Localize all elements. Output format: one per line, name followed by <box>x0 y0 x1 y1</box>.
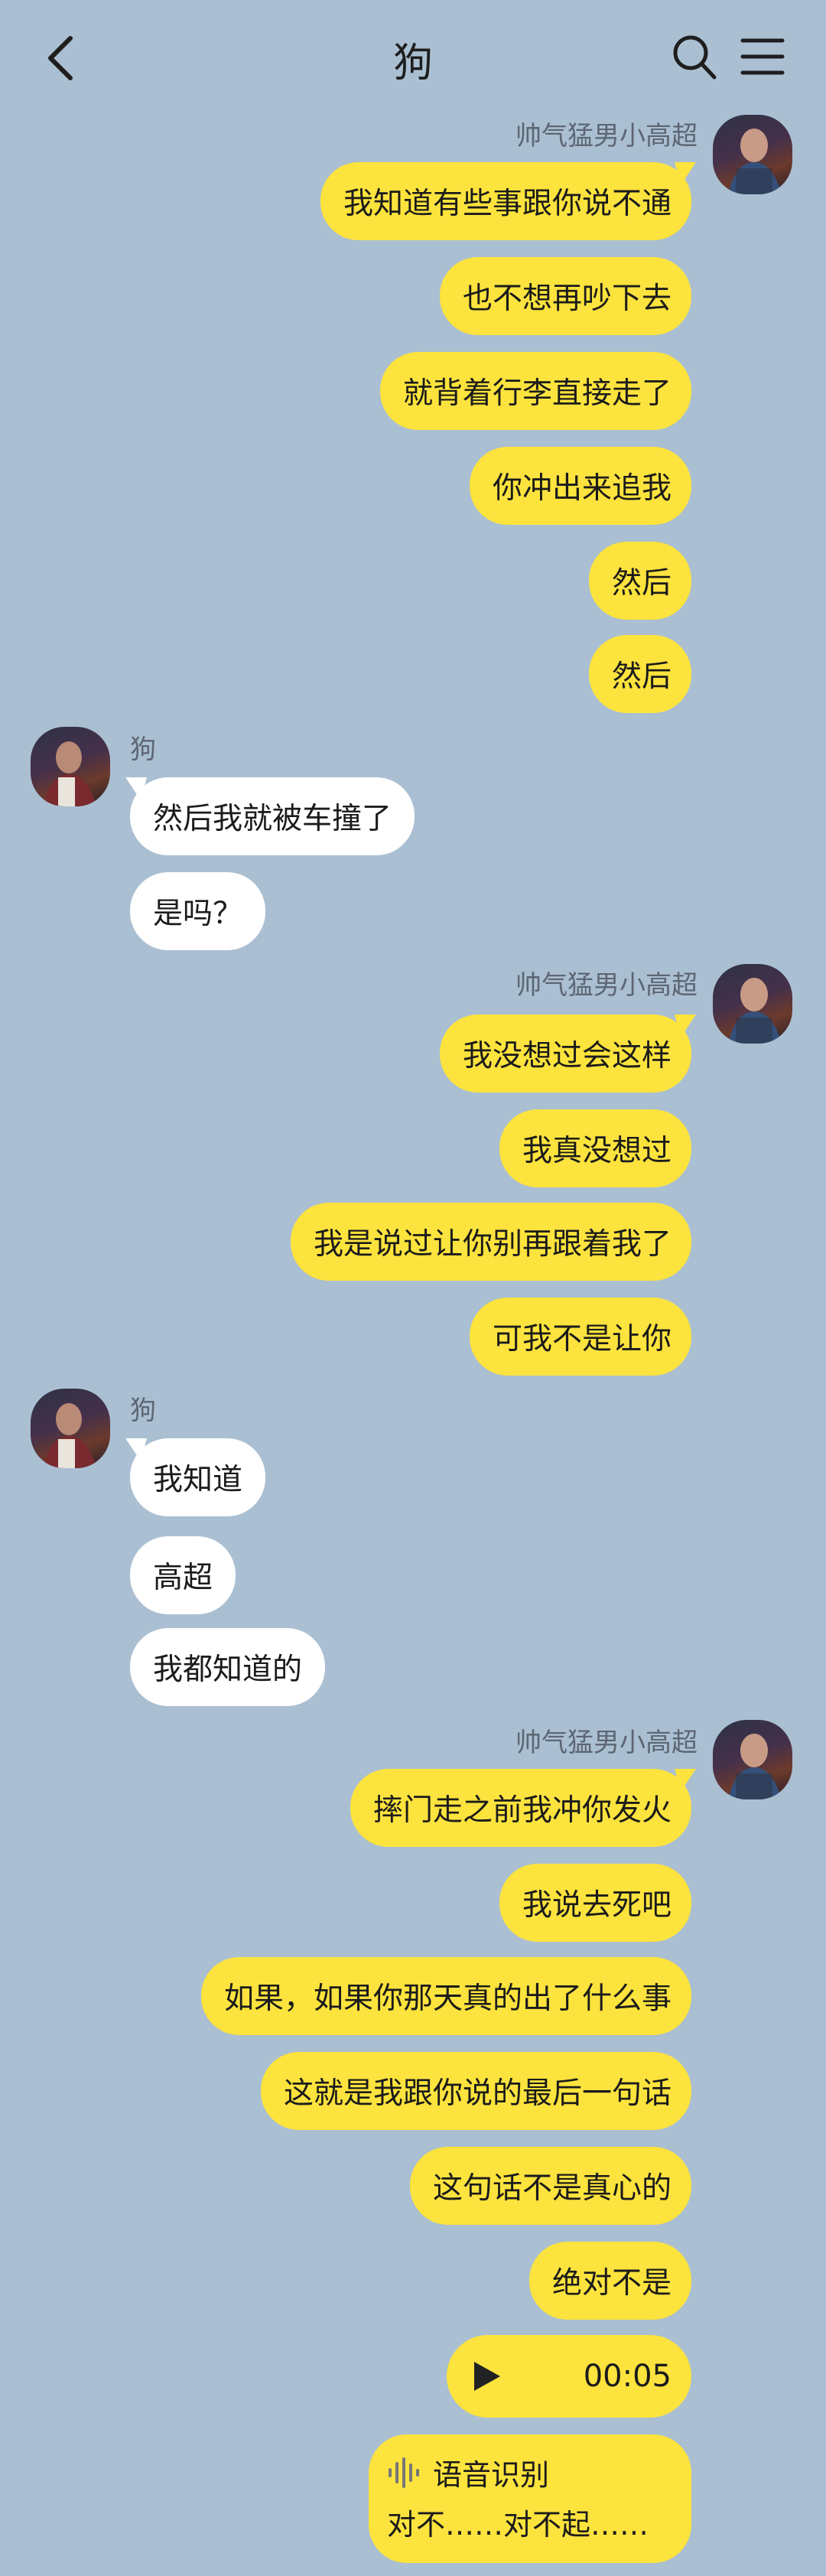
menu-icon[interactable] <box>740 37 785 77</box>
message-bubble[interactable]: 然后我就被车撞了 <box>125 777 415 855</box>
message-bubble[interactable]: 我都知道的 <box>130 1628 326 1706</box>
message-bubble[interactable]: 如果，如果你那天真的出了什么事 <box>200 1957 691 2035</box>
voice-message[interactable]: 00:05 <box>447 2335 691 2418</box>
voice-wave-icon <box>389 2457 419 2488</box>
message-bubble[interactable]: 摔门走之前我冲你发火 <box>350 1769 696 1847</box>
message-text: 然后我就被车撞了 <box>153 802 392 836</box>
message-bubble[interactable]: 是吗？ <box>130 872 266 950</box>
message-bubble[interactable]: 我知道 <box>125 1438 266 1516</box>
message-bubble[interactable]: 我没想过会这样 <box>439 1014 696 1093</box>
message-text: 就背着行李直接走了 <box>402 376 672 411</box>
message-bubble[interactable]: 然后 <box>588 635 691 713</box>
top-bar: 狗 <box>0 0 826 115</box>
transcript-label: 语音识别 <box>433 2458 550 2492</box>
voice-transcript[interactable]: 语音识别 对不……对不起…… <box>369 2434 691 2563</box>
my-avatar[interactable] <box>713 115 792 194</box>
message-text: 高超 <box>153 1561 213 1595</box>
sender-name: 帅气猛男小高超 <box>515 970 698 1001</box>
bubble-tail <box>125 777 147 800</box>
message-bubble[interactable]: 也不想再吵下去 <box>439 257 691 335</box>
message-text: 也不想再吵下去 <box>462 282 672 316</box>
bubble-tail <box>125 1438 147 1461</box>
message-bubble[interactable]: 我说去死吧 <box>499 1864 691 1942</box>
message-text: 这句话不是真心的 <box>432 2171 672 2206</box>
message-bubble[interactable]: 你冲出来追我 <box>469 447 691 525</box>
message-bubble[interactable]: 这句话不是真心的 <box>409 2147 691 2225</box>
message-text: 可我不是让你 <box>492 1322 672 1356</box>
sender-name: 帅气猛男小高超 <box>515 121 698 151</box>
message-text: 我知道 <box>153 1463 243 1497</box>
message-bubble[interactable]: 我真没想过 <box>499 1109 691 1187</box>
message-bubble[interactable]: 可我不是让你 <box>469 1298 691 1376</box>
message-bubble[interactable]: 我是说过让你别再跟着我了 <box>290 1203 691 1281</box>
message-text: 如果，如果你那天真的出了什么事 <box>223 1982 672 2016</box>
message-text: 你冲出来追我 <box>492 471 672 506</box>
message-text: 我真没想过 <box>522 1134 672 1168</box>
sender-name: 狗 <box>130 734 156 765</box>
voice-duration: 00:05 <box>583 2359 672 2394</box>
message-bubble[interactable]: 我知道有些事跟你说不通 <box>320 162 696 240</box>
message-text: 绝对不是 <box>551 2266 672 2301</box>
message-text: 这就是我跟你说的最后一句话 <box>283 2076 672 2111</box>
message-text: 我说去死吧 <box>522 1888 672 1923</box>
message-text: 是吗？ <box>153 897 243 931</box>
bubble-tail <box>675 162 696 185</box>
sender-name: 狗 <box>130 1395 156 1426</box>
contact-avatar[interactable] <box>31 727 110 806</box>
search-icon[interactable] <box>672 34 717 81</box>
message-text: 摔门走之前我冲你发火 <box>372 1793 672 1828</box>
message-bubble[interactable]: 这就是我跟你说的最后一句话 <box>260 2052 691 2130</box>
bubble-tail <box>675 1014 696 1037</box>
message-bubble[interactable]: 就背着行李直接走了 <box>379 352 691 430</box>
sender-name: 帅气猛男小高超 <box>515 1728 698 1758</box>
transcript-text: 对不……对不起…… <box>387 2508 649 2542</box>
message-text: 我都知道的 <box>153 1653 303 1687</box>
message-text: 我是说过让你别再跟着我了 <box>313 1227 672 1262</box>
message-bubble[interactable]: 高超 <box>130 1536 236 1614</box>
message-text: 我没想过会这样 <box>462 1039 672 1073</box>
message-bubble[interactable]: 然后 <box>588 542 691 620</box>
contact-avatar[interactable] <box>31 1389 110 1468</box>
message-bubble[interactable]: 绝对不是 <box>528 2242 691 2320</box>
my-avatar[interactable] <box>713 964 792 1044</box>
my-avatar[interactable] <box>713 1720 792 1799</box>
message-text: 然后 <box>611 566 672 601</box>
message-text: 我知道有些事跟你说不通 <box>343 187 672 221</box>
message-text: 然后 <box>611 659 672 694</box>
bubble-tail <box>675 1769 696 1792</box>
play-icon[interactable] <box>470 2359 503 2393</box>
